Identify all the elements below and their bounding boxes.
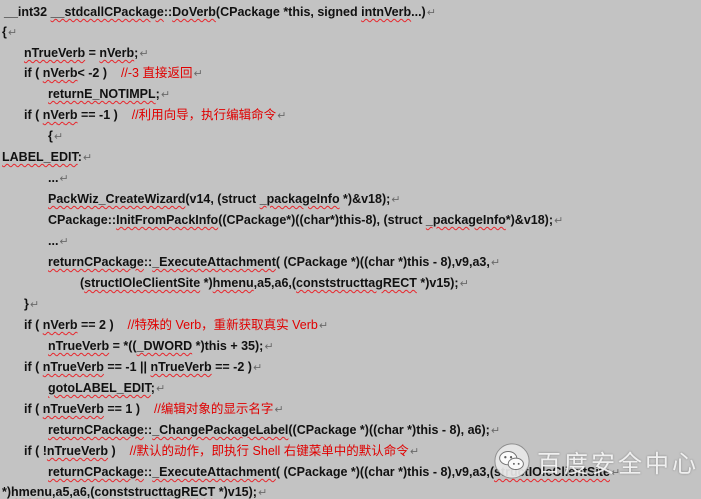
paragraph-mark-icon: ↵	[59, 236, 69, 248]
code-text: PackWiz_CreateWizard(v14, (struct _packa…	[48, 192, 391, 206]
code-text: {	[48, 129, 53, 143]
paragraph-mark-icon: ↵	[29, 299, 40, 311]
watermark-text: 百度安全中心	[537, 449, 699, 478]
paragraph-mark-icon: ↵	[318, 320, 329, 332]
code-line: if ( nVerb == 2 ) //特殊的 Verb，重新获取真实 Verb…	[24, 315, 328, 336]
code-line: CPackage::InitFromPackInfo((CPackage*)((…	[48, 210, 563, 231]
code-line: if ( !nTrueVerb ) //默认的动作，即执行 Shell 右键菜单…	[24, 441, 419, 462]
code-line: LABEL_EDIT:↵	[2, 147, 92, 168]
paragraph-mark-icon: ↵	[53, 131, 64, 143]
code-line: __int32 __stdcallCPackage::DoVerb(CPacka…	[4, 2, 436, 23]
paragraph-mark-icon: ↵	[193, 68, 203, 80]
code-line: if ( nVerb == -1 ) //利用向导，执行编辑命令↵	[24, 105, 286, 126]
code-text: gotoLABEL_EDIT;	[48, 381, 155, 395]
paragraph-mark-icon: ↵	[264, 341, 274, 353]
code-line: if ( nVerb< -2 ) //-3 直接返回↵	[24, 63, 203, 84]
code-text: if ( nTrueVerb == -1 || nTrueVerb == -2 …	[24, 360, 252, 374]
paragraph-mark-icon: ↵	[82, 152, 93, 164]
code-text: CPackage::InitFromPackInfo((CPackage*)((…	[48, 213, 554, 227]
code-text: nTrueVerb = *((_DWORD *)this + 35);	[48, 339, 264, 353]
code-text: if ( !nTrueVerb )	[24, 444, 116, 458]
paragraph-mark-icon: ↵	[155, 383, 166, 395]
code-line: (structIOleClientSite *)hmenu,a5,a6,(con…	[80, 273, 469, 294]
watermark: 百度安全中心	[493, 441, 699, 481]
code-text: if ( nVerb == 2 )	[24, 318, 114, 332]
code-line: *)hmenu,a5,a6,(conststructtagRECT *)v15)…	[2, 482, 267, 499]
code-text: returnE_NOTIMPL;	[48, 87, 160, 101]
code-line: returnCPackage::_ChangePackageLabel((CPa…	[48, 420, 500, 441]
paragraph-mark-icon: ↵	[490, 257, 501, 269]
code-text: if ( nVerb == -1 )	[24, 108, 118, 122]
code-text: ...	[48, 234, 59, 248]
code-line: {↵	[2, 22, 17, 43]
code-line: if ( nTrueVerb == -1 || nTrueVerb == -2 …	[24, 357, 262, 378]
paragraph-mark-icon: ↵	[257, 487, 268, 499]
paragraph-mark-icon: ↵	[391, 194, 401, 206]
code-comment: //特殊的 Verb，重新获取真实 Verb	[127, 318, 318, 332]
code-text: if ( nVerb< -2 )	[24, 66, 108, 80]
paragraph-mark-icon: ↵	[409, 446, 420, 458]
code-line: nTrueVerb = nVerb;↵	[24, 43, 149, 64]
code-text: }	[24, 297, 29, 311]
paragraph-mark-icon: ↵	[426, 7, 436, 19]
paragraph-mark-icon: ↵	[274, 404, 284, 416]
paragraph-mark-icon: ↵	[7, 27, 18, 39]
code-text: nTrueVerb = nVerb;	[24, 46, 139, 60]
code-line: {↵	[48, 126, 63, 147]
code-text: LABEL_EDIT:	[2, 150, 82, 164]
code-line: ...↵	[48, 168, 69, 189]
paragraph-mark-icon: ↵	[459, 278, 469, 290]
code-document: __int32 __stdcallCPackage::DoVerb(CPacka…	[0, 0, 701, 499]
paragraph-mark-icon: ↵	[554, 215, 564, 227]
code-text: ...	[48, 171, 59, 185]
paragraph-mark-icon: ↵	[490, 425, 501, 437]
code-text: {	[2, 25, 7, 39]
code-comment: //编辑对象的显示名字	[153, 402, 274, 416]
paragraph-mark-icon: ↵	[59, 173, 69, 185]
code-line: nTrueVerb = *((_DWORD *)this + 35);↵	[48, 336, 274, 357]
paragraph-mark-icon: ↵	[139, 48, 149, 60]
code-text: if ( nTrueVerb == 1 )	[24, 402, 141, 416]
code-text: returnCPackage::_ExecuteAttachment( (CPa…	[48, 255, 490, 269]
code-line: gotoLABEL_EDIT;↵	[48, 378, 165, 399]
wechat-icon	[494, 443, 530, 479]
code-line: if ( nTrueVerb == 1 ) //编辑对象的显示名字↵	[24, 399, 284, 420]
code-comment: //默认的动作，即执行 Shell 右键菜单中的默认命令	[129, 444, 409, 458]
code-line: PackWiz_CreateWizard(v14, (struct _packa…	[48, 189, 401, 210]
code-comment: //-3 直接返回	[120, 66, 193, 80]
code-line: returnCPackage::_ExecuteAttachment( (CPa…	[48, 252, 500, 273]
code-text: *)hmenu,a5,a6,(conststructtagRECT *)v15)…	[2, 485, 257, 499]
code-line: returnE_NOTIMPL;↵	[48, 84, 170, 105]
code-line: ...↵	[48, 231, 69, 252]
code-text: returnCPackage::_ChangePackageLabel((CPa…	[48, 423, 490, 437]
code-text: (structIOleClientSite *)hmenu,a5,a6,(con…	[80, 276, 459, 290]
code-comment: //利用向导，执行编辑命令	[131, 108, 277, 122]
paragraph-mark-icon: ↵	[160, 89, 171, 101]
paragraph-mark-icon: ↵	[252, 362, 263, 374]
paragraph-mark-icon: ↵	[277, 110, 287, 122]
code-line: }↵	[24, 294, 39, 315]
code-text: __int32 __stdcallCPackage::DoVerb(CPacka…	[4, 5, 426, 19]
